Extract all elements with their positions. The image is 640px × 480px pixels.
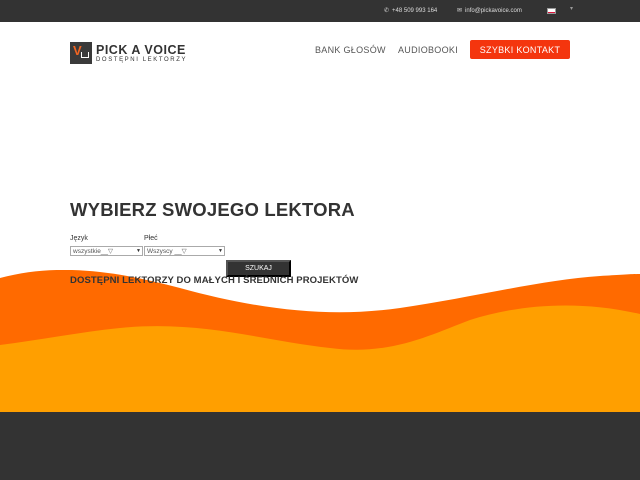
email-address[interactable]: info@pickavoice.com: [465, 8, 522, 14]
footer: [0, 412, 640, 480]
chevron-down-icon: ▼: [218, 248, 223, 254]
gender-filter-label: Płeć: [144, 235, 158, 242]
envelope-icon: ✉: [457, 8, 463, 14]
logo-tagline: DOSTĘPNI LEKTORZY: [96, 56, 188, 63]
gender-select-value: Wszyscy __▽: [147, 248, 187, 255]
email-contact[interactable]: ✉ info@pickavoice.com: [457, 7, 522, 15]
logo-mark-icon: V: [70, 42, 92, 64]
nav-audiobooki[interactable]: AUDIOBOOKI: [398, 45, 458, 55]
flag-pl-icon[interactable]: [547, 8, 556, 14]
site-header: V PICK A VOICE DOSTĘPNI LEKTORZY BANK GŁ…: [0, 22, 640, 80]
phone-number[interactable]: +48 509 993 164: [392, 8, 437, 14]
hero-waves: [0, 270, 640, 415]
nav-szybki-kontakt-button[interactable]: SZYBKI KONTAKT: [470, 40, 570, 59]
logo-title: PICK A VOICE: [96, 42, 186, 57]
hero-title: WYBIERZ SWOJEGO LEKTORA: [70, 199, 355, 220]
phone-icon: ✆: [384, 8, 390, 14]
logo[interactable]: V PICK A VOICE DOSTĘPNI LEKTORZY: [70, 42, 187, 64]
chevron-down-icon: ▼: [136, 248, 141, 254]
language-select-value: wszystkie__▽: [73, 248, 114, 255]
nav-bank-glosow[interactable]: BANK GŁOSÓW: [315, 45, 386, 55]
top-bar: ✆ +48 509 993 164 ✉ info@pickavoice.com …: [0, 0, 640, 22]
gender-select[interactable]: Wszyscy __▽ ▼: [144, 246, 225, 256]
hero-subtitle: DOSTĘPNI LEKTORZY DO MAŁYCH I ŚREDNICH P…: [70, 275, 359, 286]
language-filter-label: Język: [70, 235, 88, 242]
language-caret-icon[interactable]: ▾: [570, 5, 573, 12]
phone-contact[interactable]: ✆ +48 509 993 164: [384, 7, 437, 15]
language-select[interactable]: wszystkie__▽ ▼: [70, 246, 143, 256]
